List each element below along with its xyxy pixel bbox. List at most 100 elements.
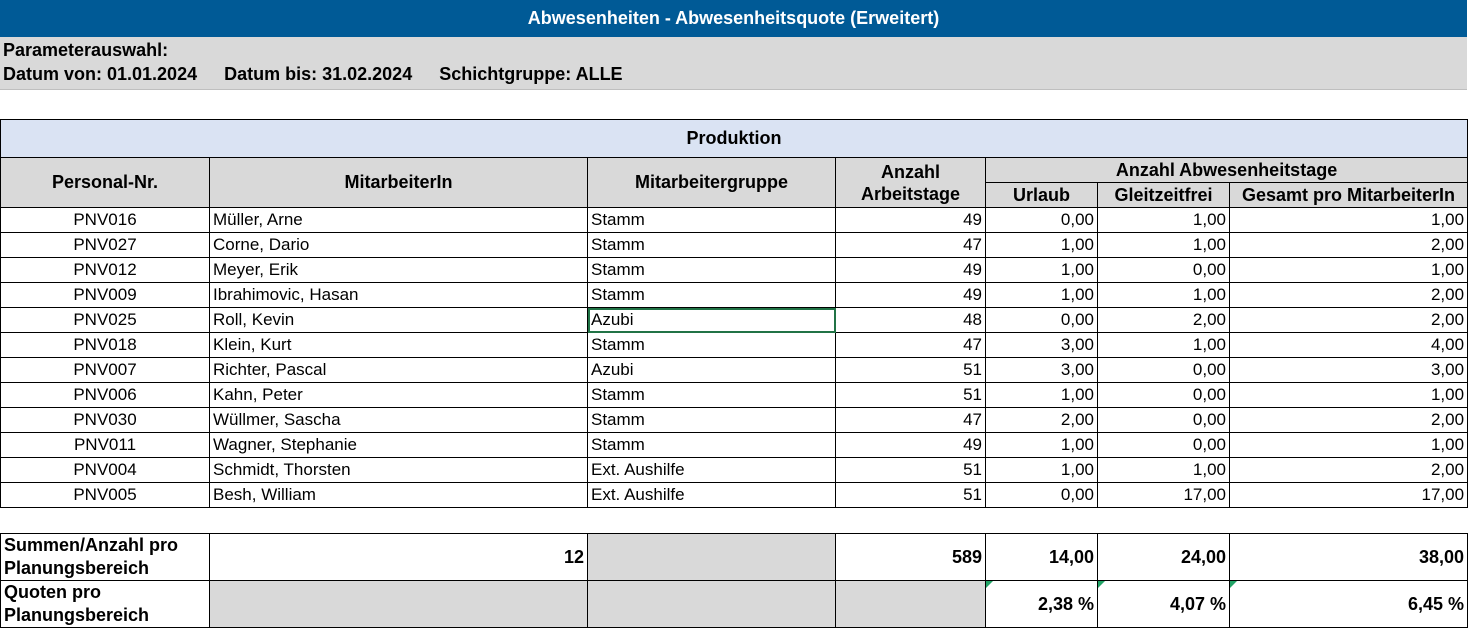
total-cell[interactable]: 2,00 — [1228, 282, 1469, 308]
header-workdays[interactable]: Anzahl Arbeitstage — [835, 157, 986, 208]
flextime-cell[interactable]: 1,00 — [1097, 282, 1230, 308]
flextime-cell[interactable]: 1,00 — [1097, 332, 1230, 358]
summary-empty-cell[interactable] — [587, 533, 836, 581]
total-cell[interactable]: 17,00 — [1228, 482, 1469, 508]
vacation-cell[interactable]: 1,00 — [985, 232, 1098, 258]
personal-nr-cell[interactable]: PNV030 — [0, 407, 210, 433]
workdays-cell[interactable]: 47 — [835, 332, 986, 358]
vacation-cell[interactable]: 1,00 — [985, 432, 1098, 458]
group-cell[interactable]: Stamm — [587, 232, 836, 258]
quota-empty-cell[interactable] — [835, 580, 986, 628]
total-cell[interactable]: 2,00 — [1228, 232, 1469, 258]
vacation-cell[interactable]: 3,00 — [985, 332, 1098, 358]
workdays-cell[interactable]: 47 — [835, 407, 986, 433]
workdays-cell[interactable]: 51 — [835, 457, 986, 483]
workdays-cell[interactable]: 51 — [835, 357, 986, 383]
total-cell[interactable]: 2,00 — [1228, 407, 1469, 433]
summary-flextime[interactable]: 24,00 — [1097, 533, 1230, 581]
personal-nr-cell[interactable]: PNV007 — [0, 357, 210, 383]
flextime-cell[interactable]: 1,00 — [1097, 457, 1230, 483]
vacation-cell[interactable]: 0,00 — [985, 207, 1098, 233]
group-cell[interactable]: Azubi — [587, 357, 836, 383]
flextime-cell[interactable]: 17,00 — [1097, 482, 1230, 508]
personal-nr-cell[interactable]: PNV012 — [0, 257, 210, 283]
personal-nr-cell[interactable]: PNV006 — [0, 382, 210, 408]
quota-empty-cell[interactable] — [587, 580, 836, 628]
workdays-cell[interactable]: 47 — [835, 232, 986, 258]
flextime-cell[interactable]: 0,00 — [1097, 432, 1230, 458]
personal-nr-cell[interactable]: PNV018 — [0, 332, 210, 358]
employee-cell[interactable]: Wagner, Stephanie — [209, 432, 588, 458]
workdays-cell[interactable]: 49 — [835, 432, 986, 458]
employee-cell[interactable]: Müller, Arne — [209, 207, 588, 233]
vacation-cell[interactable]: 1,00 — [985, 457, 1098, 483]
total-cell[interactable]: 2,00 — [1228, 307, 1469, 333]
employee-cell[interactable]: Meyer, Erik — [209, 257, 588, 283]
header-flextime[interactable]: Gleitzeitfrei — [1097, 182, 1230, 208]
quota-vacation[interactable]: 2,38 % — [985, 580, 1098, 628]
header-total[interactable]: Gesamt pro MitarbeiterIn — [1228, 182, 1469, 208]
workdays-cell[interactable]: 49 — [835, 257, 986, 283]
employee-cell[interactable]: Richter, Pascal — [209, 357, 588, 383]
summary-total[interactable]: 38,00 — [1229, 533, 1468, 581]
group-cell[interactable]: Stamm — [587, 332, 836, 358]
employee-cell[interactable]: Corne, Dario — [209, 232, 588, 258]
flextime-cell[interactable]: 0,00 — [1097, 357, 1230, 383]
vacation-cell[interactable]: 0,00 — [985, 482, 1098, 508]
group-cell[interactable]: Stamm — [587, 257, 836, 283]
personal-nr-cell[interactable]: PNV011 — [0, 432, 210, 458]
total-cell[interactable]: 4,00 — [1228, 332, 1469, 358]
workdays-cell[interactable]: 49 — [835, 207, 986, 233]
quota-flextime[interactable]: 4,07 % — [1097, 580, 1230, 628]
personal-nr-cell[interactable]: PNV009 — [0, 282, 210, 308]
group-cell[interactable]: Stamm — [587, 407, 836, 433]
header-absence-days[interactable]: Anzahl Abwesenheitstage — [984, 157, 1469, 183]
quota-empty-cell[interactable] — [209, 580, 588, 628]
workdays-cell[interactable]: 51 — [835, 382, 986, 408]
header-vacation[interactable]: Urlaub — [985, 182, 1098, 208]
total-cell[interactable]: 1,00 — [1228, 432, 1469, 458]
workdays-cell[interactable]: 48 — [835, 307, 986, 333]
employee-cell[interactable]: Roll, Kevin — [209, 307, 588, 333]
flextime-cell[interactable]: 1,00 — [1097, 207, 1230, 233]
vacation-cell[interactable]: 2,00 — [985, 407, 1098, 433]
workdays-cell[interactable]: 51 — [835, 482, 986, 508]
flextime-cell[interactable]: 0,00 — [1097, 382, 1230, 408]
total-cell[interactable]: 1,00 — [1228, 382, 1469, 408]
personal-nr-cell[interactable]: PNV004 — [0, 457, 210, 483]
vacation-cell[interactable]: 1,00 — [985, 282, 1098, 308]
personal-nr-cell[interactable]: PNV005 — [0, 482, 210, 508]
employee-cell[interactable]: Ibrahimovic, Hasan — [209, 282, 588, 308]
group-cell[interactable]: Stamm — [587, 432, 836, 458]
employee-cell[interactable]: Schmidt, Thorsten — [209, 457, 588, 483]
summary-count[interactable]: 12 — [209, 533, 588, 581]
personal-nr-cell[interactable]: PNV025 — [0, 307, 210, 333]
total-cell[interactable]: 2,00 — [1228, 457, 1469, 483]
vacation-cell[interactable]: 3,00 — [985, 357, 1098, 383]
group-cell[interactable]: Ext. Aushilfe — [587, 482, 836, 508]
group-cell[interactable]: Stamm — [587, 282, 836, 308]
total-cell[interactable]: 1,00 — [1228, 207, 1469, 233]
quota-total[interactable]: 6,45 % — [1229, 580, 1468, 628]
vacation-cell[interactable]: 1,00 — [985, 257, 1098, 283]
summary-workdays[interactable]: 589 — [835, 533, 986, 581]
employee-cell[interactable]: Wüllmer, Sascha — [209, 407, 588, 433]
vacation-cell[interactable]: 1,00 — [985, 382, 1098, 408]
group-cell[interactable]: Azubi — [587, 307, 836, 333]
vacation-cell[interactable]: 0,00 — [985, 307, 1098, 333]
flextime-cell[interactable]: 0,00 — [1097, 407, 1230, 433]
personal-nr-cell[interactable]: PNV027 — [0, 232, 210, 258]
header-personal-nr[interactable]: Personal-Nr. — [0, 157, 210, 208]
group-cell[interactable]: Ext. Aushilfe — [587, 457, 836, 483]
flextime-cell[interactable]: 1,00 — [1097, 232, 1230, 258]
group-cell[interactable]: Stamm — [587, 207, 836, 233]
group-cell[interactable]: Stamm — [587, 382, 836, 408]
quota-label[interactable]: Quoten pro Planungsbereich — [0, 580, 210, 628]
total-cell[interactable]: 3,00 — [1228, 357, 1469, 383]
summary-label[interactable]: Summen/Anzahl pro Planungsbereich — [0, 533, 210, 581]
header-employee[interactable]: MitarbeiterIn — [209, 157, 588, 208]
workdays-cell[interactable]: 49 — [835, 282, 986, 308]
employee-cell[interactable]: Klein, Kurt — [209, 332, 588, 358]
flextime-cell[interactable]: 0,00 — [1097, 257, 1230, 283]
employee-cell[interactable]: Besh, William — [209, 482, 588, 508]
